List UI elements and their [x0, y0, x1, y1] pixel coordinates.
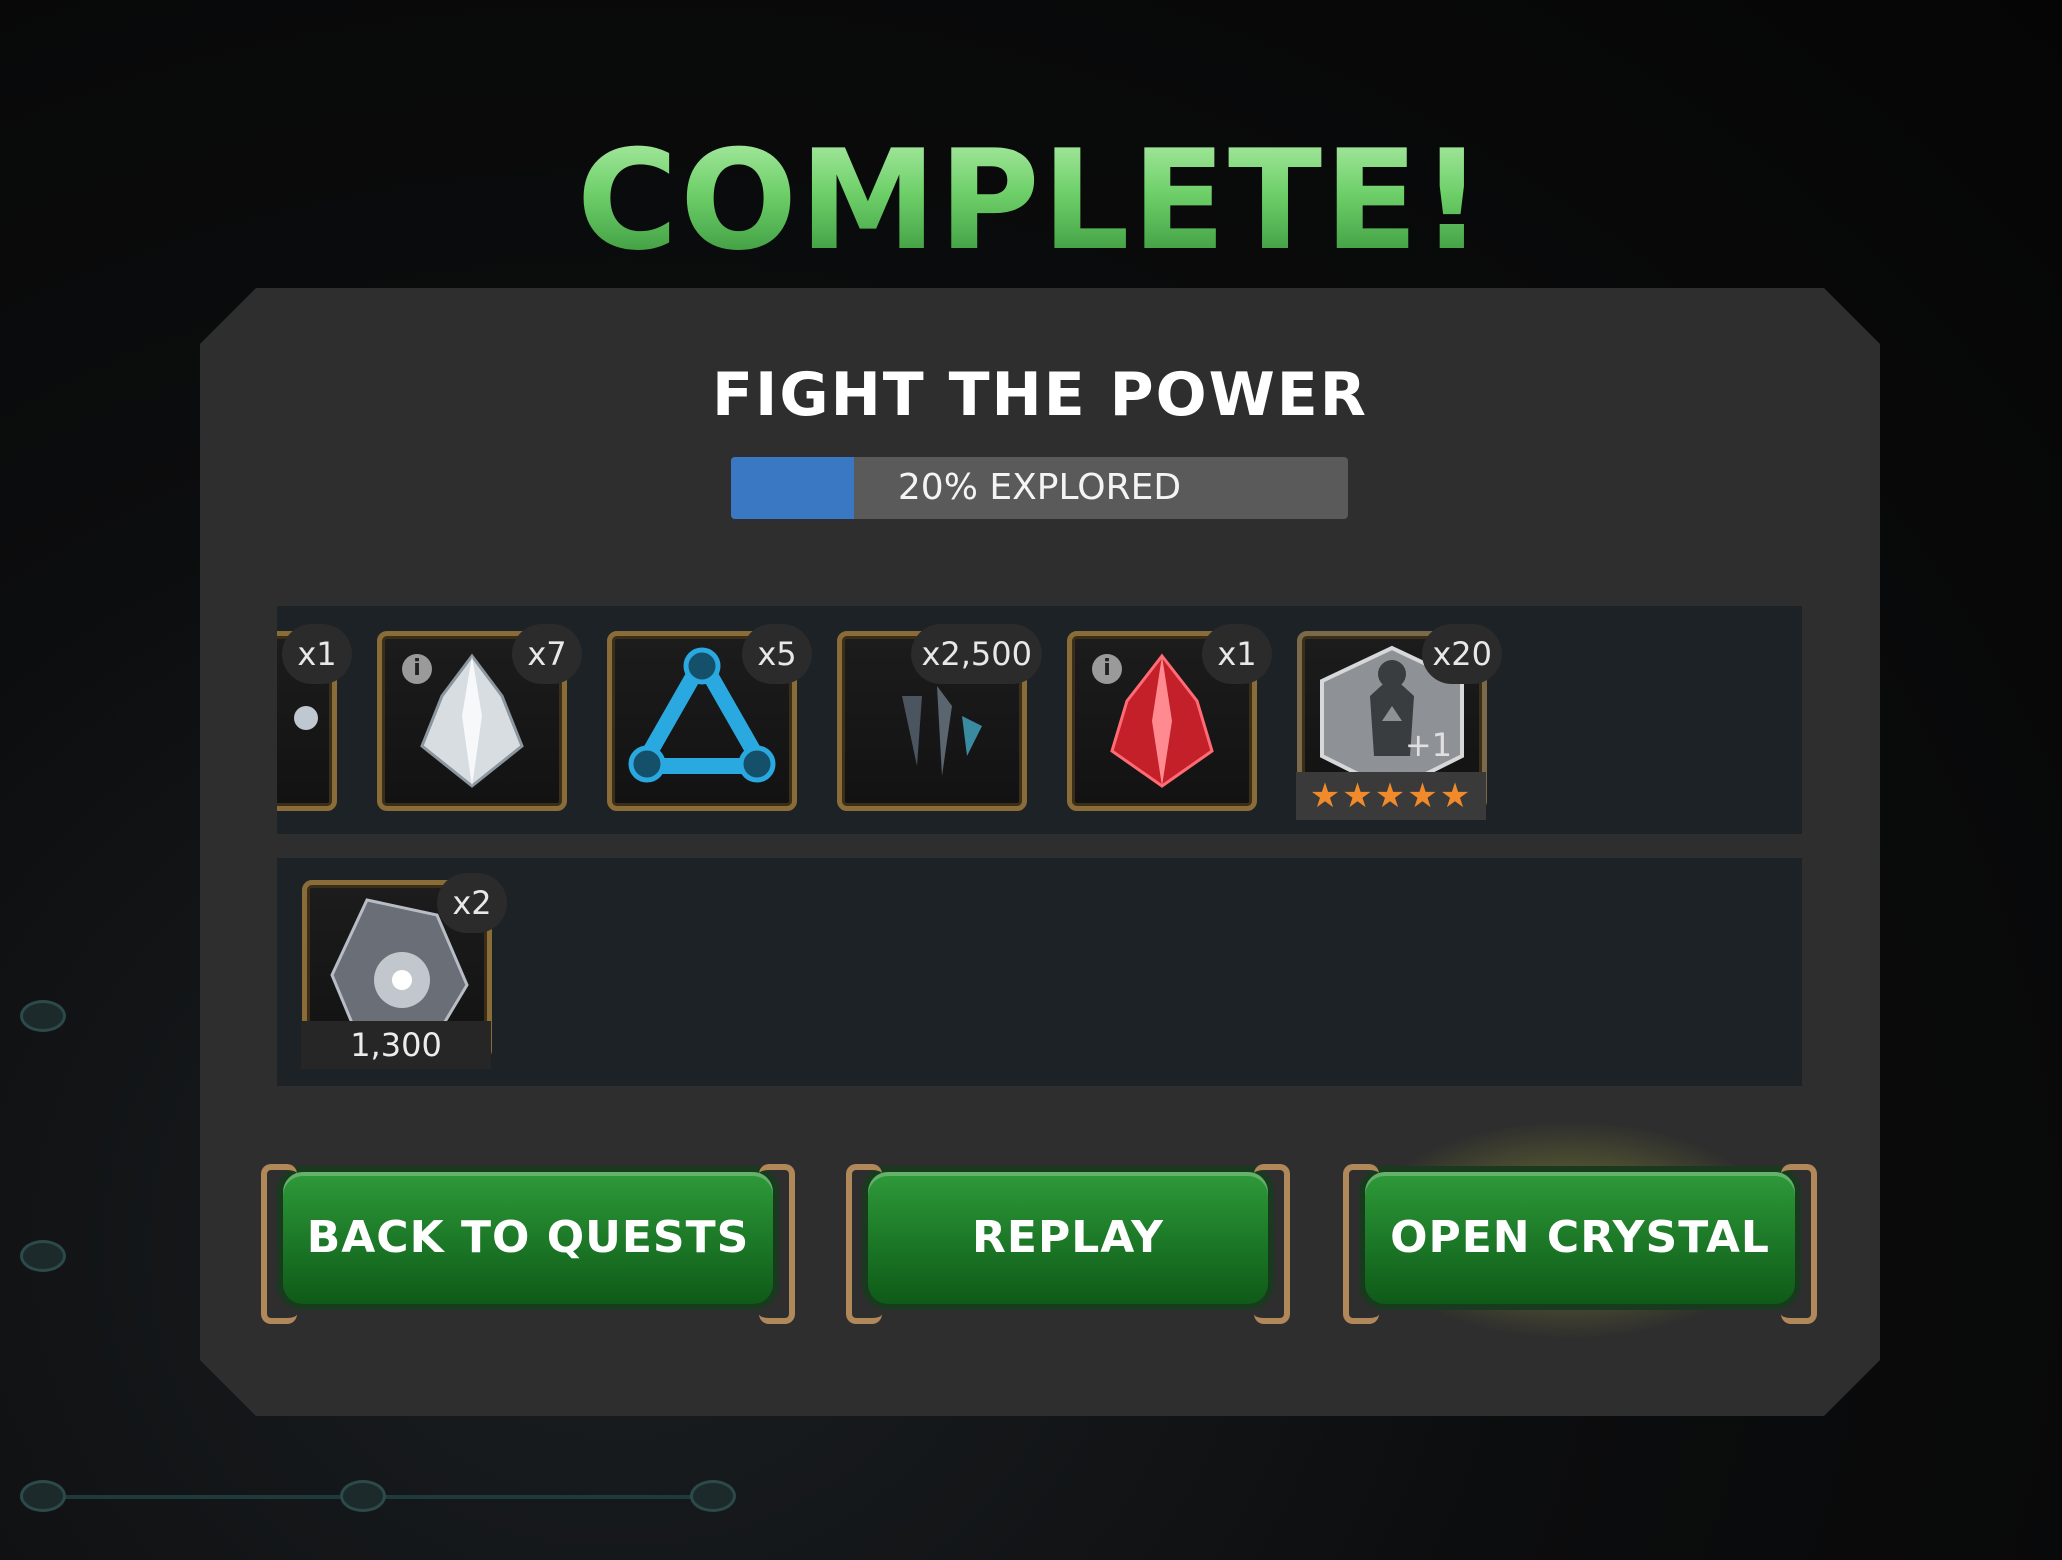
- reward-item[interactable]: x5: [607, 624, 812, 811]
- token-bonus-label: +1: [1404, 726, 1452, 764]
- reward-count: x5: [742, 624, 812, 684]
- reward-amount: 1,300: [301, 1021, 491, 1069]
- button-frame-right: [1254, 1164, 1290, 1324]
- orb-icon: [294, 706, 318, 730]
- button-frame-left: [261, 1164, 297, 1324]
- reward-item[interactable]: +1 ★★★★★ x20: [1296, 624, 1502, 820]
- map-node: [20, 1000, 66, 1032]
- reward-item[interactable]: i x1: [1067, 624, 1272, 811]
- reward-count: x2,500: [911, 624, 1042, 684]
- exploration-progress: 20% EXPLORED: [731, 457, 1348, 519]
- reward-count: x7: [512, 624, 582, 684]
- open-crystal-button[interactable]: OPEN CRYSTAL: [1343, 1164, 1817, 1324]
- reward-row-secondary[interactable]: 1,300 x2: [277, 858, 1802, 1086]
- reward-count: x20: [1422, 624, 1502, 684]
- replay-button[interactable]: REPLAY: [846, 1164, 1290, 1324]
- complete-title: COMPLETE!: [0, 120, 2062, 281]
- reward-count: x1: [282, 624, 352, 684]
- button-frame-right: [759, 1164, 795, 1324]
- map-node: [340, 1480, 386, 1512]
- map-node: [20, 1240, 66, 1272]
- reward-row-primary[interactable]: x1 i x7 x5 x2,500 i x1 +1 ★★★★★ x20: [277, 606, 1802, 834]
- open-crystal-label: OPEN CRYSTAL: [1390, 1212, 1770, 1263]
- map-node: [690, 1480, 736, 1512]
- reward-count: x2: [437, 873, 507, 933]
- button-frame-left: [1343, 1164, 1379, 1324]
- back-to-quests-button[interactable]: BACK TO QUESTS: [261, 1164, 795, 1324]
- reward-item[interactable]: x2,500: [837, 624, 1042, 811]
- replay-label: REPLAY: [972, 1212, 1164, 1263]
- star-rating: ★★★★★: [1296, 772, 1486, 820]
- reward-item[interactable]: 1,300 x2: [301, 873, 507, 1069]
- reward-item[interactable]: i x7: [377, 624, 582, 811]
- reward-count: x1: [1202, 624, 1272, 684]
- quest-title: FIGHT THE POWER: [712, 360, 1368, 430]
- button-frame-right: [1781, 1164, 1817, 1324]
- button-frame-left: [846, 1164, 882, 1324]
- back-to-quests-label: BACK TO QUESTS: [306, 1212, 750, 1263]
- progress-label: 20% EXPLORED: [897, 467, 1182, 508]
- map-node: [20, 1480, 66, 1512]
- reward-item[interactable]: x1: [277, 624, 352, 811]
